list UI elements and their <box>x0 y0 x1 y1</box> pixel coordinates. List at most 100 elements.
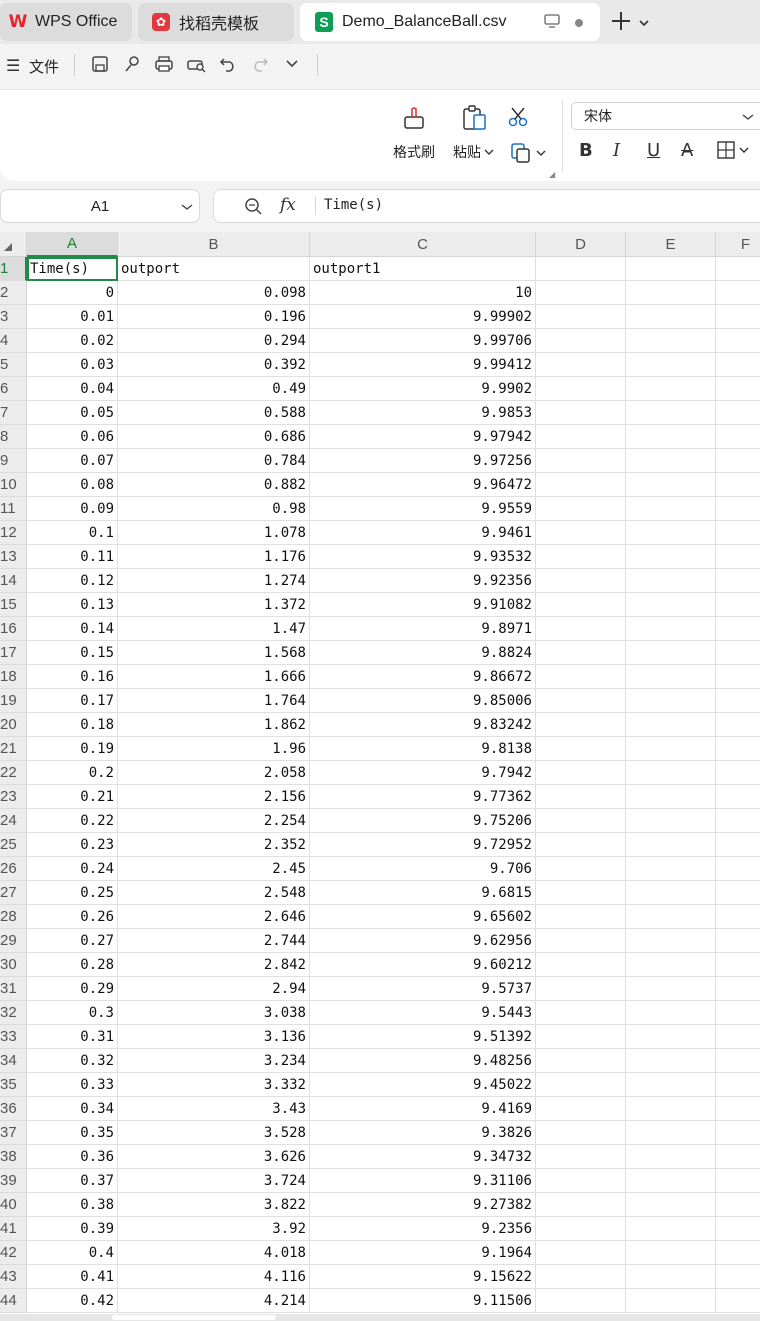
row-header[interactable]: 20 <box>0 713 27 737</box>
row-header[interactable]: 12 <box>0 521 27 545</box>
cell[interactable] <box>716 1289 760 1313</box>
cell[interactable]: 9.6815 <box>310 881 536 905</box>
row-header[interactable]: 21 <box>0 737 27 761</box>
cell[interactable] <box>626 1265 716 1289</box>
cell[interactable] <box>626 329 716 353</box>
cell[interactable]: 0.33 <box>27 1073 118 1097</box>
cell[interactable] <box>716 353 760 377</box>
cell[interactable] <box>536 305 626 329</box>
cell[interactable]: 9.15622 <box>310 1265 536 1289</box>
cell[interactable] <box>626 1217 716 1241</box>
cell[interactable]: 0.28 <box>27 953 118 977</box>
print-icon[interactable] <box>152 52 176 76</box>
row-header[interactable]: 31 <box>0 977 27 1001</box>
cell[interactable]: 0.22 <box>27 809 118 833</box>
cell[interactable]: 3.92 <box>118 1217 310 1241</box>
cell[interactable]: 1.078 <box>118 521 310 545</box>
row-header[interactable]: 18 <box>0 665 27 689</box>
cell[interactable] <box>626 1289 716 1313</box>
active-cell[interactable]: Time(s) <box>27 257 118 281</box>
cell[interactable] <box>536 641 626 665</box>
cell[interactable]: 9.48256 <box>310 1049 536 1073</box>
cell[interactable]: 9.75206 <box>310 809 536 833</box>
cell[interactable]: 0.18 <box>27 713 118 737</box>
cell[interactable] <box>716 425 760 449</box>
chevron-down-icon[interactable] <box>638 15 650 33</box>
cell[interactable] <box>536 473 626 497</box>
cell[interactable]: 0.26 <box>27 905 118 929</box>
cell[interactable] <box>626 953 716 977</box>
cell[interactable]: 9.93532 <box>310 545 536 569</box>
cell[interactable] <box>716 257 760 281</box>
row-header[interactable]: 35 <box>0 1073 27 1097</box>
cell[interactable]: 4.116 <box>118 1265 310 1289</box>
row-header[interactable]: 11 <box>0 497 27 521</box>
cell[interactable] <box>626 881 716 905</box>
menu-lines-icon[interactable]: ☰ <box>6 56 20 76</box>
column-header[interactable]: E <box>626 232 716 257</box>
cell[interactable]: 0.2 <box>27 761 118 785</box>
row-header[interactable]: 42 <box>0 1241 27 1265</box>
row-header[interactable]: 24 <box>0 809 27 833</box>
cell[interactable]: 2.058 <box>118 761 310 785</box>
cell[interactable]: 9.706 <box>310 857 536 881</box>
cell[interactable]: 3.528 <box>118 1121 310 1145</box>
cell[interactable]: 3.822 <box>118 1193 310 1217</box>
cell[interactable] <box>536 1241 626 1265</box>
cell[interactable] <box>716 977 760 1001</box>
cell[interactable] <box>716 401 760 425</box>
cell[interactable] <box>536 1121 626 1145</box>
cell[interactable] <box>536 593 626 617</box>
cell[interactable]: 3.234 <box>118 1049 310 1073</box>
row-header[interactable]: 27 <box>0 881 27 905</box>
cell[interactable] <box>716 761 760 785</box>
fx-icon[interactable]: fx <box>280 195 296 215</box>
row-header[interactable]: 8 <box>0 425 27 449</box>
cell[interactable] <box>626 761 716 785</box>
cell[interactable] <box>716 1145 760 1169</box>
cell[interactable]: 9.97942 <box>310 425 536 449</box>
cell[interactable] <box>536 329 626 353</box>
cell[interactable] <box>716 593 760 617</box>
cell[interactable] <box>716 785 760 809</box>
cell[interactable] <box>536 1025 626 1049</box>
font-name-select[interactable]: 宋体 <box>571 102 760 130</box>
cell[interactable]: 9.45022 <box>310 1073 536 1097</box>
cell[interactable] <box>626 1121 716 1145</box>
cell[interactable]: 9.62956 <box>310 929 536 953</box>
cell[interactable] <box>536 809 626 833</box>
cell[interactable]: 0.32 <box>27 1049 118 1073</box>
cell[interactable]: 0.21 <box>27 785 118 809</box>
cell[interactable] <box>626 473 716 497</box>
column-header[interactable]: D <box>536 232 626 257</box>
row-header[interactable]: 26 <box>0 857 27 881</box>
cell[interactable]: 1.274 <box>118 569 310 593</box>
new-tab-plus-icon[interactable] <box>610 10 632 37</box>
cell[interactable]: 9.5737 <box>310 977 536 1001</box>
cell[interactable]: 9.8824 <box>310 641 536 665</box>
paste-button[interactable]: 粘贴 <box>453 104 494 162</box>
cell[interactable]: 9.5443 <box>310 1001 536 1025</box>
cell[interactable]: 9.96472 <box>310 473 536 497</box>
cell[interactable]: 0.07 <box>27 449 118 473</box>
more-chevron-icon[interactable] <box>280 52 304 76</box>
cell[interactable]: 0.37 <box>27 1169 118 1193</box>
cell[interactable] <box>626 257 716 281</box>
cell[interactable] <box>536 617 626 641</box>
cell[interactable]: 1.568 <box>118 641 310 665</box>
cell[interactable]: 9.77362 <box>310 785 536 809</box>
tab-wps-office[interactable]: W WPS Office <box>0 3 132 41</box>
cell[interactable] <box>536 449 626 473</box>
cell[interactable]: 0.588 <box>118 401 310 425</box>
cell[interactable] <box>536 569 626 593</box>
tab-demo-csv[interactable]: S Demo_BalanceBall.csv <box>300 3 600 41</box>
cut-icon[interactable] <box>507 106 529 133</box>
cell[interactable]: 0.35 <box>27 1121 118 1145</box>
cell[interactable] <box>536 881 626 905</box>
cell[interactable]: 0.24 <box>27 857 118 881</box>
cell[interactable] <box>716 905 760 929</box>
cell[interactable]: 0.25 <box>27 881 118 905</box>
cell[interactable] <box>536 857 626 881</box>
cell[interactable]: 9.51392 <box>310 1025 536 1049</box>
cell[interactable] <box>626 305 716 329</box>
